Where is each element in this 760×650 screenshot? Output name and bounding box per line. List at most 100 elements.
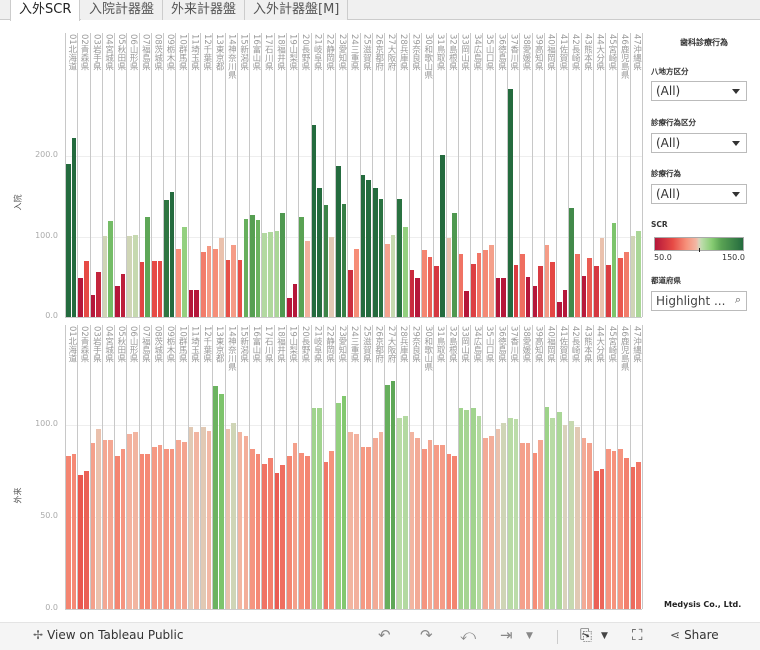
bar-15新潟県-1[interactable] — [237, 432, 243, 609]
bar-39高知県-2[interactable] — [538, 439, 543, 609]
prefecture-label[interactable]: 45宮崎県 — [606, 326, 618, 373]
refresh-dropdown-icon[interactable]: ▼ — [526, 631, 533, 641]
prefecture-label[interactable]: 18福井県 — [274, 326, 286, 373]
undo-icon[interactable]: ↶ — [378, 626, 391, 644]
bar-22静岡県-2[interactable] — [329, 450, 335, 609]
prefecture-label[interactable]: 26京都府 — [372, 326, 384, 373]
bar-04宮城県-1[interactable] — [102, 439, 108, 609]
prefecture-label[interactable]: 06山形県 — [127, 326, 139, 373]
bar-10群馬県-1[interactable] — [176, 439, 182, 609]
bar-39高知県-1[interactable] — [532, 452, 538, 609]
bar-27大阪府-2[interactable] — [390, 380, 396, 609]
bar-33岡山県-1[interactable] — [458, 408, 464, 609]
bar-01北海道-1[interactable] — [66, 456, 71, 609]
bar-31鳥取県-2[interactable] — [439, 445, 445, 609]
prefecture-label[interactable]: 46鹿児島県 — [618, 326, 630, 373]
bar-43熊本県-1[interactable] — [581, 437, 587, 609]
prefecture-label[interactable]: 07福島県 — [139, 326, 151, 373]
prefecture-label[interactable]: 28兵庫県 — [397, 326, 409, 373]
prefecture-label[interactable]: 32島根県 — [446, 326, 458, 373]
bar-40福岡県-2[interactable] — [550, 417, 556, 609]
prefecture-label[interactable]: 40福岡県 — [544, 326, 556, 373]
bar-16富山県-1[interactable] — [250, 448, 255, 609]
bar-07福島県-2[interactable] — [145, 454, 150, 609]
refresh-icon[interactable]: ⇥ — [500, 626, 513, 644]
bar-34広島県-1[interactable] — [471, 408, 476, 609]
share-button[interactable]: ⋖ Share — [670, 628, 719, 642]
bar-24三重県-2[interactable] — [354, 434, 359, 609]
redo-icon[interactable]: ↷ — [420, 626, 433, 644]
prefecture-label[interactable]: 23愛知県 — [336, 326, 348, 373]
fullscreen-icon[interactable]: ⛶ — [632, 626, 643, 644]
prefecture-label[interactable]: 35山口県 — [483, 326, 495, 373]
bar-13東京都-2[interactable] — [218, 393, 224, 609]
bar-41佐賀県-2[interactable] — [562, 425, 568, 609]
bar-01北海道-2[interactable] — [71, 454, 77, 609]
prefecture-label[interactable]: 15新潟県 — [237, 326, 249, 373]
bar-29奈良県-2[interactable] — [415, 437, 420, 609]
prefecture-label[interactable]: 25滋賀県 — [360, 326, 372, 373]
prefecture-label[interactable]: 41佐賀県 — [557, 326, 569, 373]
bar-22静岡県-1[interactable] — [323, 461, 329, 609]
prefecture-label[interactable]: 08茨城県 — [151, 326, 163, 373]
bar-15新潟県-2[interactable] — [243, 436, 249, 609]
bar-35山口県-1[interactable] — [483, 437, 489, 609]
bar-23愛知県-1[interactable] — [336, 402, 341, 609]
prefecture-label[interactable]: 30和歌山県 — [422, 326, 434, 373]
bar-19山梨県-2[interactable] — [292, 443, 298, 609]
bar-37香川県-1[interactable] — [507, 417, 513, 609]
bar-04宮城県-2[interactable] — [108, 439, 114, 609]
bar-18福井県-1[interactable] — [274, 472, 280, 609]
prefecture-label[interactable]: 33岡山県 — [458, 326, 470, 373]
bar-11埼玉県-1[interactable] — [188, 426, 194, 609]
bar-26京都府-1[interactable] — [372, 437, 378, 609]
view-on-tableau-public-button[interactable]: ✢ View on Tableau Public — [33, 628, 183, 642]
bar-20長野県-2[interactable] — [304, 456, 310, 609]
prefecture-label[interactable]: 13東京都 — [213, 326, 225, 373]
prefecture-label[interactable]: 09栃木県 — [164, 326, 176, 373]
revert-icon[interactable]: ⤺ — [460, 626, 476, 644]
bar-26京都府-2[interactable] — [378, 432, 384, 609]
bar-44大分県-1[interactable] — [593, 471, 599, 609]
bar-20長野県-1[interactable] — [299, 452, 304, 609]
prefecture-label[interactable]: 11埼玉県 — [188, 326, 200, 373]
bar-19山梨県-1[interactable] — [286, 456, 292, 609]
bar-36徳島県-2[interactable] — [501, 423, 506, 609]
bar-02青森県-1[interactable] — [78, 474, 83, 609]
prefecture-label[interactable]: 22静岡県 — [323, 326, 335, 373]
prefecture-label[interactable]: 01北海道 — [66, 326, 78, 373]
bar-28兵庫県-1[interactable] — [397, 417, 403, 609]
bar-42長崎県-1[interactable] — [569, 421, 574, 609]
prefecture-label[interactable]: 03岩手県 — [90, 326, 102, 373]
bar-42長崎県-2[interactable] — [574, 426, 580, 609]
prefecture-label[interactable]: 31鳥取県 — [434, 326, 446, 373]
bar-02青森県-2[interactable] — [83, 471, 89, 609]
bar-38愛媛県-1[interactable] — [520, 443, 525, 609]
prefecture-label[interactable]: 21岐阜県 — [311, 326, 323, 373]
prefecture-label[interactable]: 43熊本県 — [581, 326, 593, 373]
prefecture-label[interactable]: 36徳島県 — [495, 326, 507, 373]
bar-07福島県-1[interactable] — [139, 454, 145, 609]
prefecture-label[interactable]: 04宮城県 — [102, 326, 114, 373]
bar-37香川県-2[interactable] — [513, 419, 519, 609]
prefecture-label[interactable]: 34広島県 — [471, 326, 483, 373]
bar-17石川県-2[interactable] — [268, 458, 273, 609]
treatment-category-dropdown[interactable]: (All) — [651, 133, 747, 153]
bar-05秋田県-1[interactable] — [115, 456, 120, 609]
bar-43熊本県-2[interactable] — [587, 443, 592, 609]
bar-14神奈川県-1[interactable] — [225, 428, 231, 609]
prefecture-label[interactable]: 19山梨県 — [286, 326, 298, 373]
bar-32島根県-1[interactable] — [446, 454, 452, 609]
prefecture-label[interactable]: 47沖縄県 — [630, 326, 642, 373]
prefecture-label[interactable]: 44大分県 — [593, 326, 605, 373]
prefecture-label[interactable]: 42長崎県 — [569, 326, 581, 373]
bar-33岡山県-2[interactable] — [464, 410, 470, 609]
bar-38愛媛県-2[interactable] — [525, 443, 531, 609]
bar-35山口県-2[interactable] — [489, 436, 494, 609]
bar-18福井県-2[interactable] — [280, 465, 285, 609]
bar-09栃木県-1[interactable] — [164, 448, 169, 609]
prefecture-label[interactable]: 37香川県 — [507, 326, 519, 373]
bar-47沖縄県-2[interactable] — [636, 461, 641, 609]
bar-41佐賀県-1[interactable] — [557, 412, 562, 609]
bar-14神奈川県-2[interactable] — [231, 423, 236, 609]
